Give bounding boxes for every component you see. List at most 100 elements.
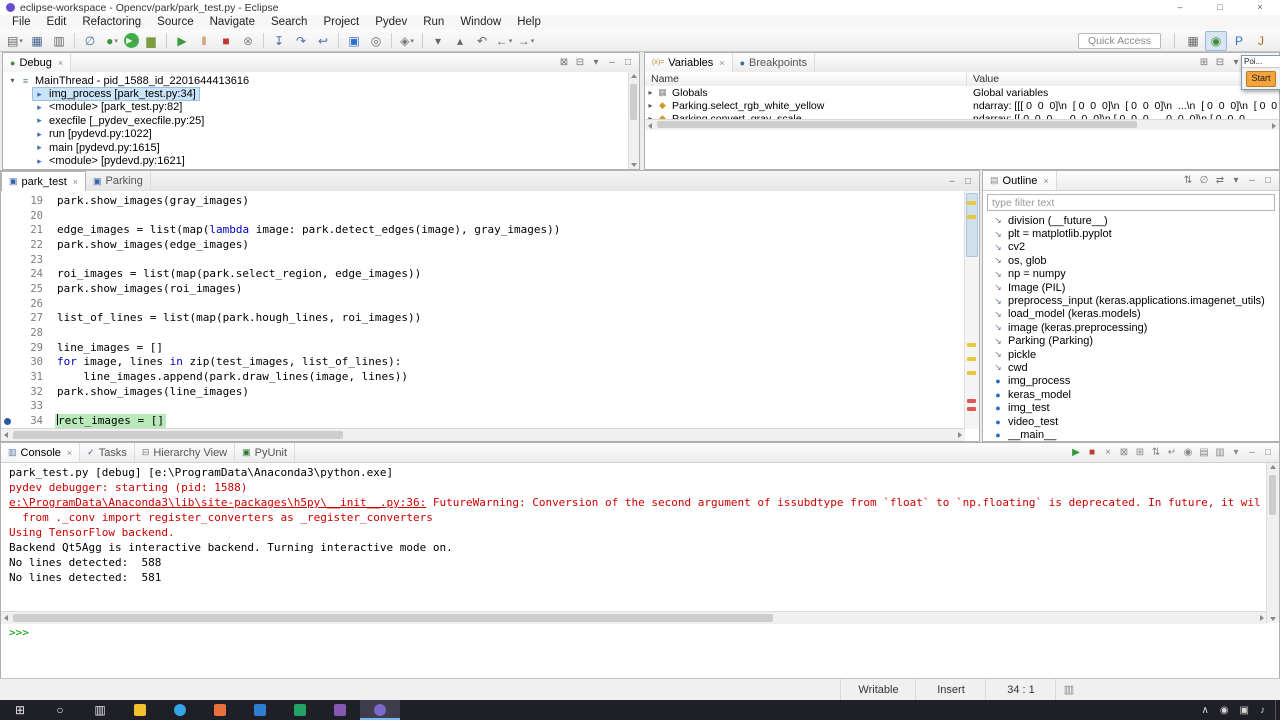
editor-tab-park_test[interactable]: ▣ park_test × [1, 171, 87, 191]
taskbar-app-chat[interactable] [280, 700, 320, 720]
console-tab-tasks[interactable]: ✓ Tasks [80, 443, 135, 462]
hide-imports-icon[interactable]: ∅ [1196, 175, 1212, 186]
external-tools-icon[interactable]: ◈ ▾ [397, 32, 417, 50]
annotation-ruler[interactable] [1, 370, 15, 385]
tray-icon-3[interactable]: ♪ [1260, 705, 1265, 716]
menu-help[interactable]: Help [509, 15, 549, 30]
scrollbar-thumb[interactable] [1269, 475, 1276, 515]
annotation-mark[interactable] [967, 357, 976, 361]
close-tab-icon[interactable]: × [58, 58, 63, 68]
outline-item[interactable]: ● img_test [983, 401, 1279, 414]
column-value[interactable]: Value [967, 72, 1279, 86]
taskbar-app-file-explorer[interactable] [120, 700, 160, 720]
outline-item[interactable]: ↘ cwd [983, 361, 1279, 374]
maximize-view-icon[interactable]: □ [1260, 447, 1276, 458]
code-line[interactable]: 27 list_of_lines = list(map(park.hough_li… [1, 311, 965, 326]
minimize-view-icon[interactable]: – [604, 57, 620, 68]
code-text[interactable]: park.show_images(gray_images) [55, 194, 251, 209]
taskbar-app-eclipse[interactable] [360, 700, 400, 720]
disconnect-icon[interactable]: ⊗ [238, 32, 258, 50]
outline-item[interactable]: ↘ Parking (Parking) [983, 335, 1279, 348]
next-annotation-icon[interactable]: ▾ [428, 32, 448, 50]
outline-item[interactable]: ● video_test [983, 415, 1279, 428]
code-line[interactable]: 32 park.show_images(line_images) [1, 385, 965, 400]
view-menu-icon[interactable]: ▾ [1228, 175, 1244, 186]
column-name[interactable]: Name [645, 72, 967, 86]
menu-edit[interactable]: Edit [39, 15, 75, 30]
tray-chevron-up-icon[interactable]: ∧ [1201, 705, 1208, 716]
outline-item[interactable]: ↘ preprocess_input (keras.applications.im… [983, 294, 1279, 307]
search-icon[interactable]: ◎ [366, 32, 386, 50]
breakpoint-ruler[interactable] [1, 414, 15, 429]
maximize-view-icon[interactable]: □ [620, 57, 636, 68]
mini-window-title[interactable]: Poi... [1242, 56, 1280, 68]
cortana-search-button[interactable]: ○ [40, 700, 80, 720]
remove-all-terminated-icon[interactable]: ⊠ [556, 57, 572, 68]
scroll-right-icon[interactable] [958, 432, 962, 438]
code-line[interactable]: 24 roi_images = list(map(park.select_regi… [1, 267, 965, 282]
code-line[interactable]: 33 [1, 399, 965, 414]
menu-window[interactable]: Window [452, 15, 509, 30]
expander-icon[interactable]: ▸ [645, 88, 656, 97]
debug-tree-row[interactable]: ▸ run [pydevd.py:1022] [3, 128, 629, 141]
variables-detail-pane[interactable] [645, 129, 1279, 169]
scroll-left-icon[interactable] [648, 123, 652, 129]
menu-source[interactable]: Source [149, 15, 201, 30]
scroll-down-icon[interactable] [1270, 617, 1276, 621]
debug-tree-row[interactable]: ▸ execfile [_pydev_execfile.py:25] [3, 114, 629, 127]
menu-run[interactable]: Run [415, 15, 452, 30]
code-line[interactable]: 31 line_images.append(park.draw_lines(im… [1, 370, 965, 385]
debug-tab-debug[interactable]: ● Debug × [3, 53, 72, 72]
scroll-right-icon[interactable] [1272, 123, 1276, 129]
dropdown-arrow-icon[interactable]: ▾ [114, 37, 118, 45]
variables-tab-variables[interactable]: (x)= Variables × [645, 53, 733, 72]
annotation-mark[interactable] [967, 399, 976, 403]
task-view-button[interactable]: ▥ [80, 700, 120, 720]
code-text[interactable]: line_images = [] [55, 341, 165, 356]
console-file-link[interactable]: e:\ProgramData\Anaconda3\lib\site-packag… [9, 496, 426, 509]
close-tab-icon[interactable]: × [67, 448, 72, 458]
scroll-left-icon[interactable] [4, 615, 8, 621]
code-line[interactable]: 25 park.show_images(roi_images) [1, 282, 965, 297]
outline-item[interactable]: ↘ division (__future__) [983, 214, 1279, 227]
maximize-button[interactable]: □ [1200, 0, 1240, 15]
annotation-ruler[interactable] [1, 209, 15, 224]
menu-project[interactable]: Project [315, 15, 367, 30]
close-tab-icon[interactable]: × [1043, 176, 1048, 186]
code-text[interactable]: rect_images = [] [55, 413, 166, 429]
debug-tree-row[interactable]: ▸ img_process [park_test.py:34] [3, 87, 629, 102]
dropdown-arrow-icon[interactable]: ▾ [531, 37, 535, 45]
outline-filter-input[interactable] [987, 194, 1275, 211]
close-tab-icon[interactable]: × [73, 177, 78, 187]
code-text[interactable] [55, 253, 59, 268]
code-line[interactable]: 30 for image, lines in zip(test_images, l… [1, 355, 965, 370]
console-output[interactable]: park_test.py [debug] [e:\ProgramData\Ana… [1, 463, 1267, 611]
scrollbar-thumb[interactable] [630, 84, 637, 120]
scroll-right-icon[interactable] [1260, 615, 1264, 621]
step-into-icon[interactable]: ↧ [269, 32, 289, 50]
collapse-all-icon[interactable]: ⊟ [1212, 57, 1228, 68]
view-menu-icon[interactable]: ▾ [1228, 447, 1244, 458]
view-menu-icon[interactable]: ▾ [588, 57, 604, 68]
scrollbar-thumb[interactable] [657, 121, 1137, 128]
pin-console-icon[interactable]: ◉ [1180, 447, 1196, 458]
word-wrap-ic on[interactable]: ↵ [1164, 447, 1180, 458]
java-perspective-icon[interactable]: J [1251, 32, 1271, 50]
console-activity-icon[interactable]: ▥ [1055, 679, 1082, 701]
collapse-all-icon[interactable]: ⊟ [572, 57, 588, 68]
annotation-ruler[interactable] [1, 194, 15, 209]
console-prompt[interactable]: >>> [9, 626, 29, 639]
debug-perspective-icon[interactable]: ◉ [1205, 30, 1227, 51]
run-icon[interactable]: ▶ ▾ [124, 33, 139, 48]
annotation-ruler[interactable] [1, 399, 15, 414]
minimize-view-icon[interactable]: – [944, 176, 960, 187]
menu-pydev[interactable]: Pydev [367, 15, 415, 30]
annotation-ruler[interactable] [1, 223, 15, 238]
annotation-mark[interactable] [967, 407, 976, 411]
start-button[interactable]: ⊞ [0, 700, 40, 720]
save-icon[interactable]: ▦ [27, 32, 47, 50]
taskbar-app-media[interactable] [200, 700, 240, 720]
outline-item[interactable]: ↘ pickle [983, 348, 1279, 361]
resume-icon[interactable]: ▶ [172, 32, 192, 50]
open-perspective-icon[interactable]: ▦ [1183, 32, 1203, 50]
